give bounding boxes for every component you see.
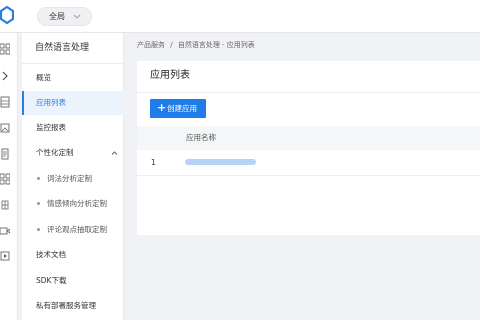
plus-icon: + bbox=[157, 101, 167, 114]
top-bar: 全局 bbox=[0, 0, 480, 33]
sidebar-item-label: 技术文档 bbox=[36, 250, 66, 259]
document-icon[interactable] bbox=[0, 148, 10, 160]
apps-icon[interactable] bbox=[0, 173, 10, 185]
sidebar-item-overview[interactable]: 概览 bbox=[22, 66, 124, 90]
bullet bbox=[37, 228, 40, 231]
image-icon[interactable] bbox=[0, 122, 10, 134]
chevron-up-icon bbox=[111, 151, 118, 155]
create-app-button-label: 创建应用 bbox=[167, 104, 197, 113]
sidebar-item-opinion-custom[interactable]: 评论观点抽取定制 bbox=[22, 218, 124, 242]
sidebar-item-label: 个性化定制 bbox=[36, 148, 74, 157]
database-icon[interactable] bbox=[0, 96, 10, 108]
icon-rail bbox=[0, 33, 18, 320]
sidebar-item-label: 应用列表 bbox=[36, 98, 66, 107]
sidebar-item-label: 词法分析定制 bbox=[47, 174, 92, 183]
sidebar-item-app-list[interactable]: 应用列表 bbox=[22, 91, 124, 115]
video-icon[interactable] bbox=[0, 225, 10, 237]
create-app-button[interactable]: + 创建应用 bbox=[150, 99, 206, 118]
breadcrumb-link-products[interactable]: 产品服务 bbox=[137, 41, 165, 49]
sidebar-item-label: 情感倾向分析定制 bbox=[47, 199, 107, 208]
sidebar-item-sdk-download[interactable]: SDK下载 bbox=[22, 269, 124, 293]
sidebar-item-label: SDK下载 bbox=[36, 276, 67, 285]
table-row[interactable]: 1 bbox=[137, 150, 480, 176]
play-icon[interactable] bbox=[0, 250, 10, 262]
sidebar-item-lexical-custom[interactable]: 词法分析定制 bbox=[22, 167, 124, 191]
chevron-down-icon bbox=[73, 14, 81, 19]
divider bbox=[22, 63, 124, 64]
region-selector-value: 全局 bbox=[49, 12, 65, 21]
divider bbox=[137, 92, 480, 93]
page-title: 应用列表 bbox=[150, 70, 190, 81]
sidebar-item-label: 私有部署服务管理 bbox=[36, 301, 96, 310]
sidebar-item-label: 概览 bbox=[36, 73, 51, 82]
column-header-app-name: 应用名称 bbox=[186, 133, 216, 142]
breadcrumb: 产品服务 / 自然语言处理 - 应用列表 bbox=[137, 40, 258, 50]
sidebar-title: 自然语言处理 bbox=[35, 43, 90, 53]
breadcrumb-separator: / bbox=[170, 41, 173, 49]
region-selector[interactable]: 全局 bbox=[37, 7, 92, 26]
bullet bbox=[37, 177, 40, 180]
nodes-icon[interactable] bbox=[0, 199, 10, 211]
sidebar-item-label: 评论观点抽取定制 bbox=[47, 225, 107, 234]
sidebar-item-docs[interactable]: 技术文档 bbox=[22, 243, 124, 267]
app-name-link[interactable] bbox=[185, 159, 256, 165]
chevron-right-icon[interactable] bbox=[0, 70, 10, 82]
sidebar-item-private-deploy[interactable]: 私有部署服务管理 bbox=[22, 294, 124, 318]
bullet bbox=[37, 202, 40, 205]
sidebar: 自然语言处理 概览 应用列表 监控报表 个性化定制 词法分析定制 情感倾向分析定… bbox=[22, 33, 124, 320]
app-list-panel: 应用列表 + 创建应用 应用名称 1 bbox=[137, 61, 480, 235]
active-indicator bbox=[22, 91, 24, 115]
sidebar-item-monitoring[interactable]: 监控报表 bbox=[22, 116, 124, 140]
breadcrumb-current: 自然语言处理 - 应用列表 bbox=[177, 41, 255, 49]
table-header: 应用名称 bbox=[137, 126, 480, 150]
sidebar-item-label: 监控报表 bbox=[36, 123, 66, 132]
sidebar-item-sentiment-custom[interactable]: 情感倾向分析定制 bbox=[22, 192, 124, 216]
sidebar-group-customization[interactable]: 个性化定制 bbox=[22, 141, 124, 165]
grid-icon[interactable] bbox=[0, 43, 10, 55]
hexagon-logo-icon[interactable] bbox=[0, 6, 14, 24]
row-index: 1 bbox=[151, 158, 156, 167]
